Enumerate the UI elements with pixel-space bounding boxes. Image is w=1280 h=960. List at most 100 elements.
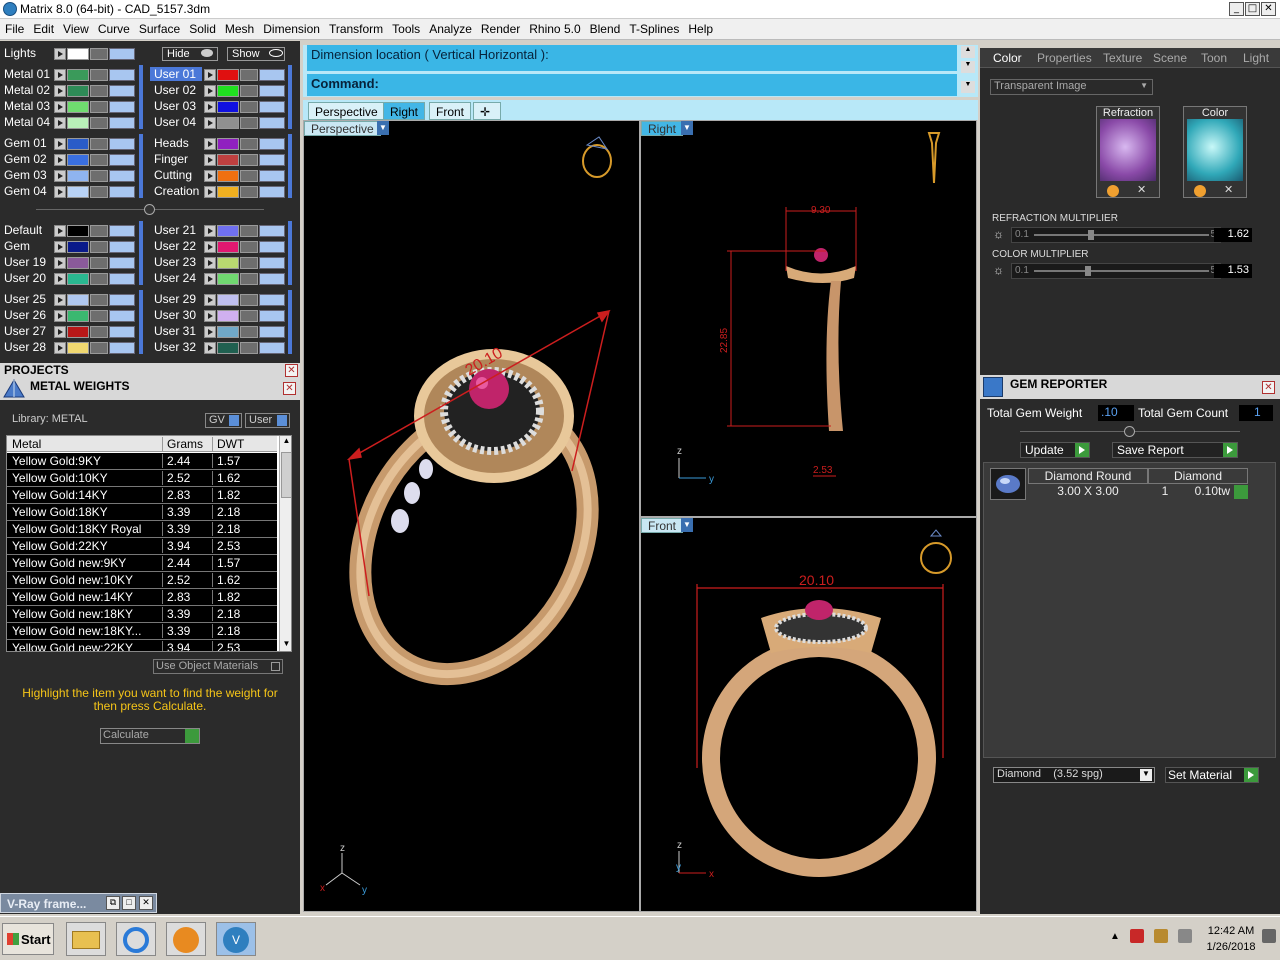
lock-icon[interactable] <box>90 342 108 354</box>
vray-restore-icon[interactable]: ⧉ <box>106 896 120 910</box>
table-row[interactable]: Yellow Gold new:18KY... 3.39 2.18 <box>7 623 277 640</box>
layer-toggle-icon[interactable] <box>109 48 135 60</box>
menu-curve[interactable]: Curve <box>93 19 134 36</box>
layer-color-swatch[interactable] <box>67 85 89 97</box>
expand-arrow-icon[interactable] <box>204 85 216 97</box>
show-desktop-icon[interactable] <box>1262 929 1276 943</box>
layer-color-swatch[interactable] <box>67 257 89 269</box>
layer-color-swatch[interactable] <box>217 342 239 354</box>
menu-edit[interactable]: Edit <box>28 19 58 36</box>
expand-arrow-icon[interactable] <box>204 326 216 338</box>
vray-close-icon[interactable]: ✕ <box>139 896 153 910</box>
add-tab-icon[interactable]: ✛ <box>473 102 501 120</box>
lock-icon[interactable] <box>90 186 108 198</box>
col-grams[interactable]: Grams <box>162 437 203 452</box>
expand-arrow-icon[interactable] <box>54 138 66 150</box>
cmd-scroll-up-icon[interactable]: ▲ <box>961 46 975 58</box>
menu-tools[interactable]: Tools <box>387 19 424 36</box>
layer-toggle-icon[interactable] <box>259 85 285 97</box>
lock-icon[interactable] <box>90 101 108 113</box>
lock-icon[interactable] <box>90 326 108 338</box>
expand-arrow-icon[interactable] <box>204 69 216 81</box>
command-input[interactable]: Command: <box>307 74 957 96</box>
menu-render[interactable]: Render <box>476 19 524 36</box>
layer-toggle-icon[interactable] <box>259 342 285 354</box>
layer-row[interactable]: User 01 <box>150 67 290 82</box>
layer-color-swatch[interactable] <box>217 326 239 338</box>
vray-frame-window[interactable]: V-Ray frame... ⧉ □ ✕ <box>0 893 157 913</box>
menu-rhino[interactable]: Rhino 5.0 <box>524 19 584 36</box>
color-preview-image[interactable] <box>1187 119 1243 181</box>
lock-icon[interactable] <box>90 48 108 60</box>
table-row[interactable]: Yellow Gold:22KY 3.94 2.53 <box>7 538 277 555</box>
expand-arrow-icon[interactable] <box>54 48 66 60</box>
layer-row[interactable]: User 20 <box>0 271 140 286</box>
expand-arrow-icon[interactable] <box>204 310 216 322</box>
layer-row[interactable]: Gem 04 <box>0 184 140 199</box>
expand-arrow-icon[interactable] <box>54 186 66 198</box>
lock-icon[interactable] <box>90 85 108 97</box>
layer-color-swatch[interactable] <box>217 85 239 97</box>
media-player-taskbar-icon[interactable] <box>166 922 206 956</box>
layer-row[interactable]: Finger <box>150 152 290 167</box>
expand-arrow-icon[interactable] <box>204 225 216 237</box>
color-wheel-icon[interactable] <box>1194 185 1206 197</box>
layer-row[interactable]: Metal 04 <box>0 115 140 130</box>
layer-toggle-icon[interactable] <box>109 241 135 253</box>
layer-color-swatch[interactable] <box>67 310 89 322</box>
tab-color[interactable]: Color <box>993 51 1022 68</box>
lock-icon[interactable] <box>90 117 108 129</box>
layer-toggle-icon[interactable] <box>259 101 285 113</box>
menu-blend[interactable]: Blend <box>585 19 625 36</box>
layer-toggle-icon[interactable] <box>109 69 135 81</box>
expand-arrow-icon[interactable] <box>54 117 66 129</box>
expand-arrow-icon[interactable] <box>204 170 216 182</box>
layer-color-swatch[interactable] <box>217 294 239 306</box>
clock-time[interactable]: 12:42 AM <box>1200 925 1262 937</box>
layer-toggle-icon[interactable] <box>259 117 285 129</box>
expand-arrow-icon[interactable] <box>54 154 66 166</box>
tray-expand-icon[interactable]: ▲ <box>1110 931 1120 942</box>
expand-arrow-icon[interactable] <box>204 154 216 166</box>
layer-color-swatch[interactable] <box>217 69 239 81</box>
set-material-button[interactable]: Set Material <box>1165 767 1259 783</box>
layer-toggle-icon[interactable] <box>109 170 135 182</box>
layer-color-swatch[interactable] <box>67 273 89 285</box>
layer-color-swatch[interactable] <box>217 154 239 166</box>
layer-row[interactable]: Creation <box>150 184 290 199</box>
network-tray-icon[interactable] <box>1154 929 1168 943</box>
minimize-button[interactable]: _ <box>1229 2 1244 16</box>
table-row[interactable]: Yellow Gold:18KY Royal 3.39 2.18 <box>7 521 277 538</box>
layer-row[interactable]: Metal 03 <box>0 99 140 114</box>
lock-icon[interactable] <box>240 69 258 81</box>
volume-tray-icon[interactable] <box>1178 929 1192 943</box>
tab-properties[interactable]: Properties <box>1037 51 1092 68</box>
lock-icon[interactable] <box>240 326 258 338</box>
expand-arrow-icon[interactable] <box>204 294 216 306</box>
lock-icon[interactable] <box>240 170 258 182</box>
gem-row-go-icon[interactable] <box>1234 485 1248 499</box>
layer-color-swatch[interactable] <box>217 138 239 150</box>
lock-icon[interactable] <box>90 154 108 166</box>
layer-toggle-icon[interactable] <box>259 257 285 269</box>
expand-arrow-icon[interactable] <box>54 241 66 253</box>
cmd-expand-icon[interactable]: ▼ <box>961 81 975 93</box>
lights-swatch[interactable] <box>67 48 89 60</box>
expand-arrow-icon[interactable] <box>54 257 66 269</box>
layer-row[interactable]: User 03 <box>150 99 290 114</box>
menu-dimension[interactable]: Dimension <box>258 19 324 36</box>
layer-color-swatch[interactable] <box>217 257 239 269</box>
layer-toggle-icon[interactable] <box>109 225 135 237</box>
layer-row[interactable]: Metal 01 <box>0 67 140 82</box>
layer-row[interactable]: Metal 02 <box>0 83 140 98</box>
layer-toggle-icon[interactable] <box>259 294 285 306</box>
lock-icon[interactable] <box>90 241 108 253</box>
lock-icon[interactable] <box>240 273 258 285</box>
layer-color-swatch[interactable] <box>67 326 89 338</box>
tab-perspective[interactable]: Perspective <box>308 102 385 120</box>
table-row[interactable]: Yellow Gold:10KY 2.52 1.62 <box>7 470 277 487</box>
layer-row[interactable]: Gem 01 <box>0 136 140 151</box>
layer-toggle-icon[interactable] <box>109 101 135 113</box>
lock-icon[interactable] <box>90 138 108 150</box>
internet-explorer-taskbar-icon[interactable] <box>116 922 156 956</box>
